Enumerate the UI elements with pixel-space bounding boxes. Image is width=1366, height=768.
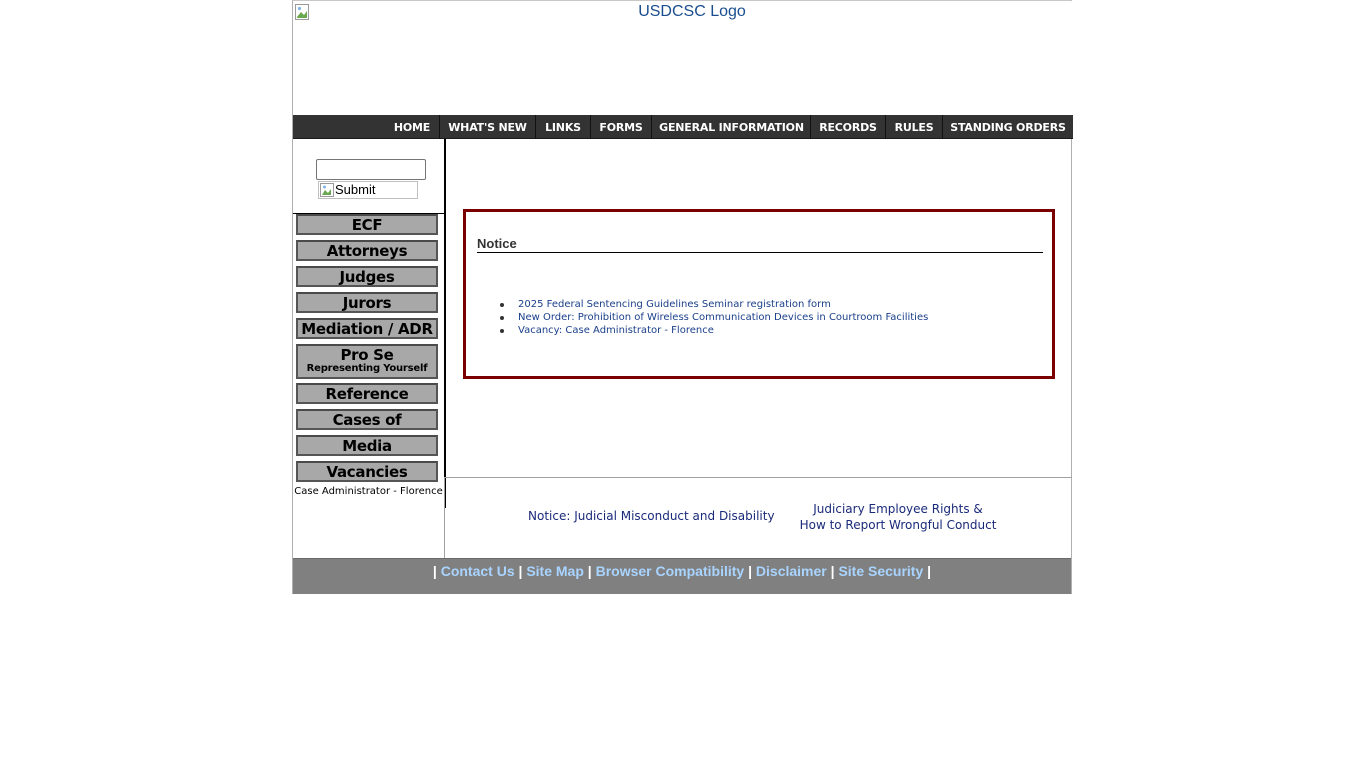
separator: | [518, 563, 523, 579]
employee-rights-line2: How to Report Wrongful Conduct [799, 518, 997, 532]
separator: | [927, 563, 932, 579]
notice-item-text: 2025 Federal Sentencing Guidelines Semin… [518, 299, 831, 310]
notice-item-link[interactable]: 2025 Federal Sentencing Guidelines Semin… [500, 298, 928, 311]
sidebar-item-cases-of-interest[interactable]: Cases of Interest [296, 409, 438, 430]
left-bottom-spacer [293, 508, 445, 558]
site-security-link[interactable]: Site Security [838, 563, 923, 579]
top-navigation: HOME WHAT'S NEW LINKS FORMS GENERAL INFO… [293, 115, 1073, 139]
broken-image-icon [320, 183, 334, 197]
search-panel: Submit [293, 139, 444, 214]
page-container: USDCSC Logo HOME WHAT'S NEW LINKS FORMS … [292, 0, 1073, 594]
employee-rights-link[interactable]: Judiciary Employee Rights & How to Repor… [795, 501, 1001, 533]
separator: | [830, 563, 835, 579]
nav-home[interactable]: HOME [389, 115, 435, 139]
nav-records[interactable]: RECORDS [810, 115, 885, 139]
submit-alt-text: Submit [335, 182, 376, 197]
search-input[interactable] [316, 159, 426, 180]
separator: | [587, 563, 592, 579]
sidebar-item-vacancies[interactable]: Vacancies [296, 461, 438, 482]
sidebar-item-sublabel: Representing Yourself [306, 363, 428, 374]
notice-item-text: Vacancy: Case Administrator - Florence [518, 325, 714, 336]
sidebar-item-mediation-adr[interactable]: Mediation / ADR [296, 318, 438, 339]
submit-button[interactable]: Submit [318, 181, 418, 199]
separator: | [432, 563, 437, 579]
sidebar-item-pro-se[interactable]: Pro Se Representing Yourself [296, 344, 438, 379]
sidebar-item-jurors[interactable]: Jurors [296, 292, 438, 313]
employee-rights-line1: Judiciary Employee Rights & [813, 502, 983, 516]
notice-panel: Notice 2025 Federal Sentencing Guideline… [463, 209, 1055, 379]
sidebar-item-attorneys[interactable]: Attorneys [296, 240, 438, 261]
main-content: Notice 2025 Federal Sentencing Guideline… [446, 139, 1072, 477]
bullet-icon [500, 303, 504, 307]
bullet-icon [500, 316, 504, 320]
nav-links[interactable]: LINKS [535, 115, 590, 139]
notice-item-text: New Order: Prohibition of Wireless Commu… [518, 312, 929, 323]
contact-us-link[interactable]: Contact Us [441, 563, 515, 579]
footer-links-panel: Notice: Judicial Misconduct and Disabili… [444, 477, 1072, 558]
notice-item-link[interactable]: New Order: Prohibition of Wireless Commu… [500, 311, 928, 324]
nav-rules[interactable]: RULES [885, 115, 942, 139]
browser-compatibility-link[interactable]: Browser Compatibility [596, 563, 745, 579]
site-header: USDCSC Logo [293, 1, 1073, 115]
site-logo[interactable]: USDCSC Logo [294, 2, 1072, 114]
sidebar-item-reference[interactable]: Reference [296, 383, 438, 404]
notice-item-link[interactable]: Vacancy: Case Administrator - Florence [500, 324, 928, 337]
bottom-link-bar: | Contact Us | Site Map | Browser Compat… [293, 558, 1071, 594]
nav-standing-orders[interactable]: STANDING ORDERS [942, 115, 1073, 139]
sidebar-item-ecf[interactable]: ECF [296, 214, 438, 235]
site-map-link[interactable]: Site Map [526, 563, 584, 579]
disclaimer-link[interactable]: Disclaimer [756, 563, 827, 579]
vacancy-link[interactable]: Case Administrator - Florence [293, 486, 444, 497]
bullet-icon [500, 329, 504, 333]
left-sidebar: Submit ECF Attorneys Judges Jurors Media… [293, 139, 446, 508]
notice-title: Notice [477, 236, 1043, 253]
nav-whats-new[interactable]: WHAT'S NEW [439, 115, 535, 139]
judicial-misconduct-link[interactable]: Notice: Judicial Misconduct and Disabili… [528, 509, 775, 523]
nav-general-information[interactable]: GENERAL INFORMATION [651, 115, 811, 139]
sidebar-item-media[interactable]: Media [296, 435, 438, 456]
nav-forms[interactable]: FORMS [590, 115, 651, 139]
notice-list: 2025 Federal Sentencing Guidelines Semin… [500, 298, 928, 337]
separator: | [748, 563, 753, 579]
sidebar-item-label: Pro Se [340, 346, 394, 364]
sidebar-item-judges[interactable]: Judges [296, 266, 438, 287]
logo-alt-text: USDCSC Logo [638, 3, 746, 20]
